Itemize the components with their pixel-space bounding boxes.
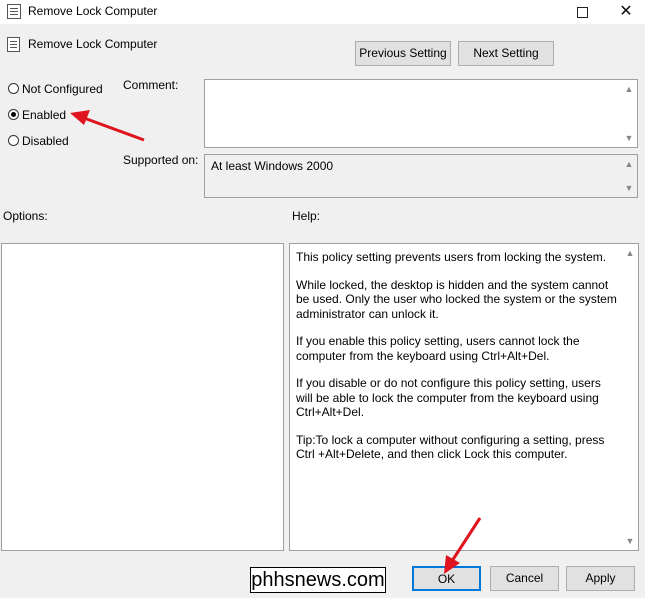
arrow-to-ok: [444, 517, 482, 574]
annotation-arrows: [70, 110, 482, 574]
arrow-to-enabled: [70, 110, 145, 142]
